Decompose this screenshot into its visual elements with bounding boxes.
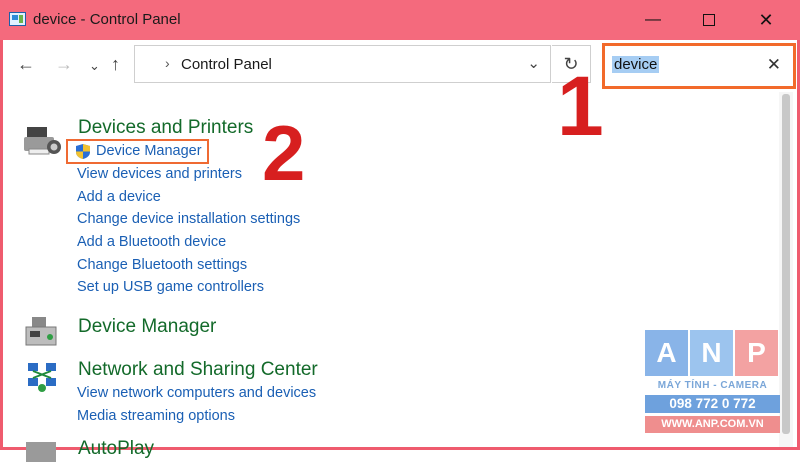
close-icon: ✕ [758,9,774,30]
printer-icon [24,127,61,155]
search-query[interactable]: device [612,56,660,73]
search-input[interactable]: device ✕ [602,43,796,89]
logo-phone: 098 772 0 772 [645,395,780,413]
window-title: device - Control Panel [33,11,181,28]
logo-website: WWW.ANP.COM.VN [645,416,780,433]
link-view-devices-and-printers[interactable]: View devices and printers [77,166,242,182]
title-bar: device - Control Panel — ✕ [0,0,800,40]
up-button[interactable]: ↑ [111,54,120,75]
control-panel-icon [9,12,26,26]
link-setup-usb-game-controllers[interactable]: Set up USB game controllers [77,279,264,295]
anp-watermark-logo: A N P MÁY TÍNH - CAMERA 098 772 0 772 WW… [645,330,780,438]
step-number-1: 1 [557,59,604,153]
category-devices-and-printers[interactable]: Devices and Printers [78,117,253,139]
device-manager-link-highlight[interactable]: Device Manager [66,139,209,164]
uac-shield-icon [76,144,90,159]
category-network-and-sharing-center[interactable]: Network and Sharing Center [78,359,318,381]
clear-search-icon[interactable]: ✕ [767,55,781,75]
link-change-device-installation-settings[interactable]: Change device installation settings [77,211,300,227]
back-button[interactable]: ← [17,54,35,75]
link-change-bluetooth-settings[interactable]: Change Bluetooth settings [77,257,247,273]
maximize-icon [703,14,715,26]
link-media-streaming-options[interactable]: Media streaming options [77,408,235,424]
breadcrumb-chevron-icon[interactable]: › [165,55,170,71]
address-dropdown-icon[interactable]: ⌄ [527,54,540,72]
category-device-manager[interactable]: Device Manager [78,316,216,338]
device-manager-icon [25,317,57,346]
navigation-bar: ← → ⌄ ↑ › Control Panel ⌄ ↻ device ✕ [3,40,797,90]
link-add-a-device[interactable]: Add a device [77,189,161,205]
address-bar[interactable]: › Control Panel ⌄ [134,45,551,83]
forward-button[interactable]: → [55,54,73,75]
logo-letter-n: N [690,330,733,376]
category-autoplay[interactable]: AutoPlay [78,438,154,460]
link-view-network-computers[interactable]: View network computers and devices [77,385,316,401]
minimize-button[interactable]: — [630,0,676,40]
step-number-2: 2 [262,109,306,197]
link-add-bluetooth-device[interactable]: Add a Bluetooth device [77,234,226,250]
logo-letter-a: A [645,330,688,376]
vertical-scrollbar[interactable] [779,92,793,447]
device-manager-link[interactable]: Device Manager [96,143,202,159]
network-icon [28,363,56,392]
logo-subtitle: MÁY TÍNH - CAMERA [657,380,768,391]
autoplay-icon [26,442,56,462]
recent-locations-button[interactable]: ⌄ [89,58,100,74]
breadcrumb-control-panel[interactable]: Control Panel [181,56,272,73]
close-button[interactable]: ✕ [743,0,789,40]
minimize-icon: — [645,11,661,28]
scrollbar-thumb[interactable] [782,94,790,434]
maximize-button[interactable] [686,0,732,40]
logo-letter-p: P [735,330,778,376]
